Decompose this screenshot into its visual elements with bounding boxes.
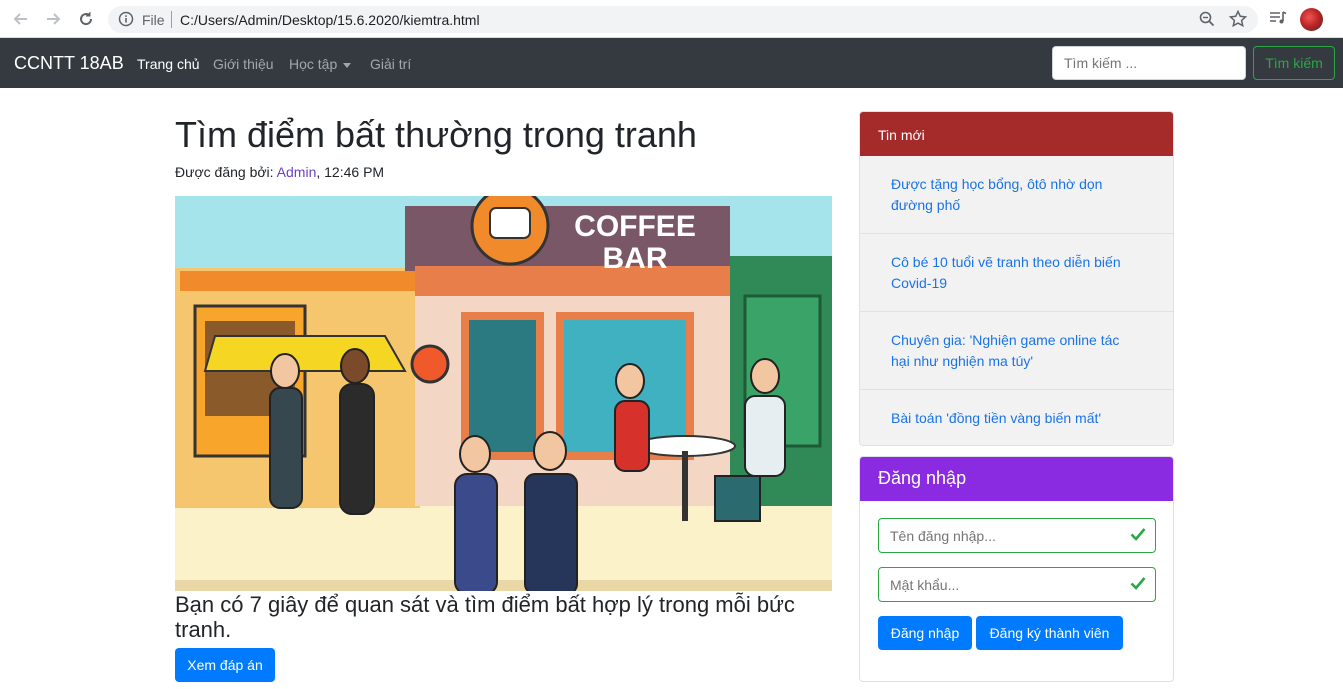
news-item[interactable]: Được tặng học bổng, ôtô nhờ dọn đường ph… [860,156,1173,234]
forward-icon[interactable] [42,8,64,30]
nav-link-entertainment[interactable]: Giải trí [370,56,411,72]
news-link[interactable]: Bài toán 'đồng tiền vàng biến mất' [891,408,1101,429]
view-answer-button[interactable]: Xem đáp án [175,648,275,682]
login-button[interactable]: Đăng nhập [878,616,972,650]
login-card: Đăng nhập Đăng nhập Đăng ký thành viên [859,456,1174,682]
nav-link-about[interactable]: Giới thiệu [213,56,274,72]
divider [171,11,172,28]
caret-down-icon [343,62,352,68]
news-link[interactable]: Được tặng học bổng, ôtô nhờ dọn đường ph… [891,174,1133,216]
address-bar[interactable]: File C:/Users/Admin/Desktop/15.6.2020/ki… [108,6,1258,33]
search-button[interactable]: Tìm kiếm [1253,46,1335,80]
nav-link-home[interactable]: Trang chủ [137,56,200,72]
article-image: COFFEE BAR [175,196,832,591]
register-button[interactable]: Đăng ký thành viên [976,616,1123,650]
svg-text:COFFEE: COFFEE [574,210,696,243]
back-icon[interactable] [10,8,32,30]
news-card: Tin mới Được tặng học bổng, ôtô nhờ dọn … [859,111,1174,446]
svg-text:BAR: BAR [603,242,668,275]
username-input[interactable] [878,518,1156,553]
news-link[interactable]: Chuyên gia: 'Nghiện game online tác hại … [891,330,1133,372]
news-item[interactable]: Bài toán 'đồng tiền vàng biến mất' [860,390,1173,445]
info-icon[interactable] [118,11,134,32]
brand-logo[interactable]: CCNTT 18AB [14,53,124,74]
news-item[interactable]: Cô bé 10 tuổi vẽ tranh theo diễn biến Co… [860,234,1173,312]
url-text[interactable]: C:/Users/Admin/Desktop/15.6.2020/kiemtra… [180,12,480,28]
profile-avatar[interactable] [1300,8,1323,31]
nav-dropdown-study[interactable]: Học tập [289,56,352,72]
search-input[interactable] [1052,46,1246,80]
post-time: , 12:46 PM [316,164,385,180]
author-link[interactable]: Admin [277,164,317,180]
reload-icon[interactable] [75,8,97,30]
site-navbar: CCNTT 18AB Trang chủ Giới thiệu Học tập … [0,38,1343,88]
check-icon [1130,527,1146,546]
article-subtitle: Bạn có 7 giây để quan sát và tìm điểm bấ… [175,592,795,642]
browser-toolbar: File C:/Users/Admin/Desktop/15.6.2020/ki… [0,0,1343,38]
zoom-icon[interactable] [1198,10,1216,33]
news-heading: Tin mới [860,112,1173,156]
nav-dropdown-label: Học tập [289,56,338,72]
news-item[interactable]: Chuyên gia: 'Nghiện game online tác hại … [860,312,1173,390]
login-heading: Đăng nhập [860,457,1173,501]
media-control-icon[interactable] [1268,9,1288,32]
password-input[interactable] [878,567,1156,602]
article-byline: Được đăng bởi: Admin, 12:46 PM [175,164,384,180]
bookmark-star-icon[interactable] [1228,9,1248,34]
check-icon [1130,576,1146,595]
news-link[interactable]: Cô bé 10 tuổi vẽ tranh theo diễn biến Co… [891,252,1133,294]
byline-prefix: Được đăng bởi: [175,164,277,180]
article-title: Tìm điểm bất thường trong tranh [175,114,697,155]
file-label: File [142,12,165,28]
